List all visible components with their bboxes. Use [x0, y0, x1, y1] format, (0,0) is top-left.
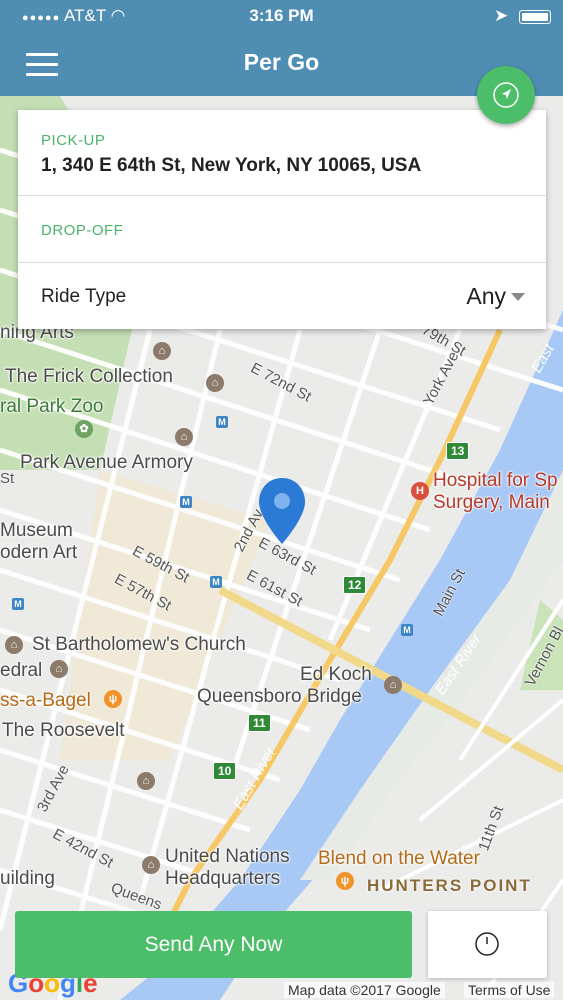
- museum-icon: ⌂: [137, 772, 155, 790]
- metro-icon: M: [216, 416, 228, 428]
- location-services-icon: ➤: [494, 6, 509, 25]
- place-label: HUNTERS POINT: [367, 876, 532, 895]
- place-label: ss-a-Bagel: [0, 690, 91, 711]
- navigation-arrow-icon: [493, 82, 519, 108]
- metro-icon: M: [210, 576, 222, 588]
- route-shield: 13: [446, 442, 470, 460]
- location-pin-icon[interactable]: [257, 476, 307, 546]
- pickup-address: 1, 340 E 64th St, New York, NY 10065, US…: [41, 155, 422, 176]
- status-right: ➤: [494, 6, 551, 26]
- chevron-down-icon: [511, 293, 525, 301]
- locate-me-button[interactable]: [477, 66, 535, 124]
- battery-icon: [519, 9, 551, 24]
- trip-card: PICK-UP 1, 340 E 64th St, New York, NY 1…: [18, 110, 546, 329]
- send-button[interactable]: Send Any Now: [15, 911, 412, 978]
- place-label: Surgery, Main: [433, 492, 550, 513]
- ride-type-selector[interactable]: Ride Type Any: [18, 263, 546, 329]
- place-label: St Bartholomew's Church: [32, 634, 246, 655]
- place-label: Park Avenue Armory: [20, 452, 193, 473]
- pickup-label: PICK-UP: [41, 132, 106, 149]
- place-label: ral Park Zoo: [0, 396, 104, 417]
- map-attribution: Map data ©2017 Google: [284, 982, 445, 998]
- restaurant-icon: ψ: [104, 690, 122, 708]
- landmark-icon: ⌂: [142, 856, 160, 874]
- bridge-icon: ⌂: [384, 676, 402, 694]
- place-label: Queensboro Bridge: [197, 686, 362, 707]
- metro-icon: M: [180, 496, 192, 508]
- place-label: Hospital for Sp: [433, 470, 558, 491]
- place-label: The Frick Collection: [5, 366, 173, 387]
- terms-link[interactable]: Terms of Use: [464, 982, 555, 998]
- dropoff-label: DROP-OFF: [41, 222, 124, 239]
- clock-icon: [475, 932, 499, 956]
- museum-icon: ⌂: [153, 342, 171, 360]
- metro-icon: M: [12, 598, 24, 610]
- restaurant-icon: ψ: [336, 872, 354, 890]
- place-label: Headquarters: [165, 868, 281, 889]
- route-shield: 11: [248, 714, 271, 732]
- ride-type-label: Ride Type: [41, 286, 127, 307]
- status-bar: ●●●●● AT&T ◠ 3:16 PM ➤: [0, 0, 563, 32]
- route-shield: 10: [213, 762, 237, 780]
- church-icon: ⌂: [5, 636, 23, 654]
- dropoff-field[interactable]: DROP-OFF: [18, 196, 546, 262]
- place-label: Ed Koch: [300, 664, 372, 685]
- pickup-field[interactable]: PICK-UP 1, 340 E 64th St, New York, NY 1…: [18, 110, 546, 195]
- schedule-button[interactable]: [428, 911, 547, 978]
- museum-icon: ⌂: [206, 374, 224, 392]
- place-label: The Roosevelt: [2, 720, 125, 741]
- zoo-icon: ✿: [75, 420, 93, 438]
- place-label: Blend on the Water: [318, 848, 480, 869]
- app-screen: ning Arts The Met Breuer The Frick Colle…: [0, 0, 563, 1000]
- status-time: 3:16 PM: [249, 6, 314, 25]
- place-label: United Nations: [165, 846, 290, 867]
- museum-icon: ⌂: [175, 428, 193, 446]
- hospital-icon: H: [411, 482, 429, 500]
- street-label: St: [0, 470, 15, 487]
- place-label: odern Art: [0, 542, 78, 563]
- place-label: edral: [0, 660, 43, 681]
- place-label: Museum: [0, 520, 73, 541]
- route-shield: 12: [343, 576, 367, 594]
- metro-icon: M: [401, 624, 413, 636]
- museum-icon: ⌂: [50, 660, 68, 678]
- ride-type-value: Any: [466, 283, 506, 309]
- place-label: uilding: [0, 868, 55, 889]
